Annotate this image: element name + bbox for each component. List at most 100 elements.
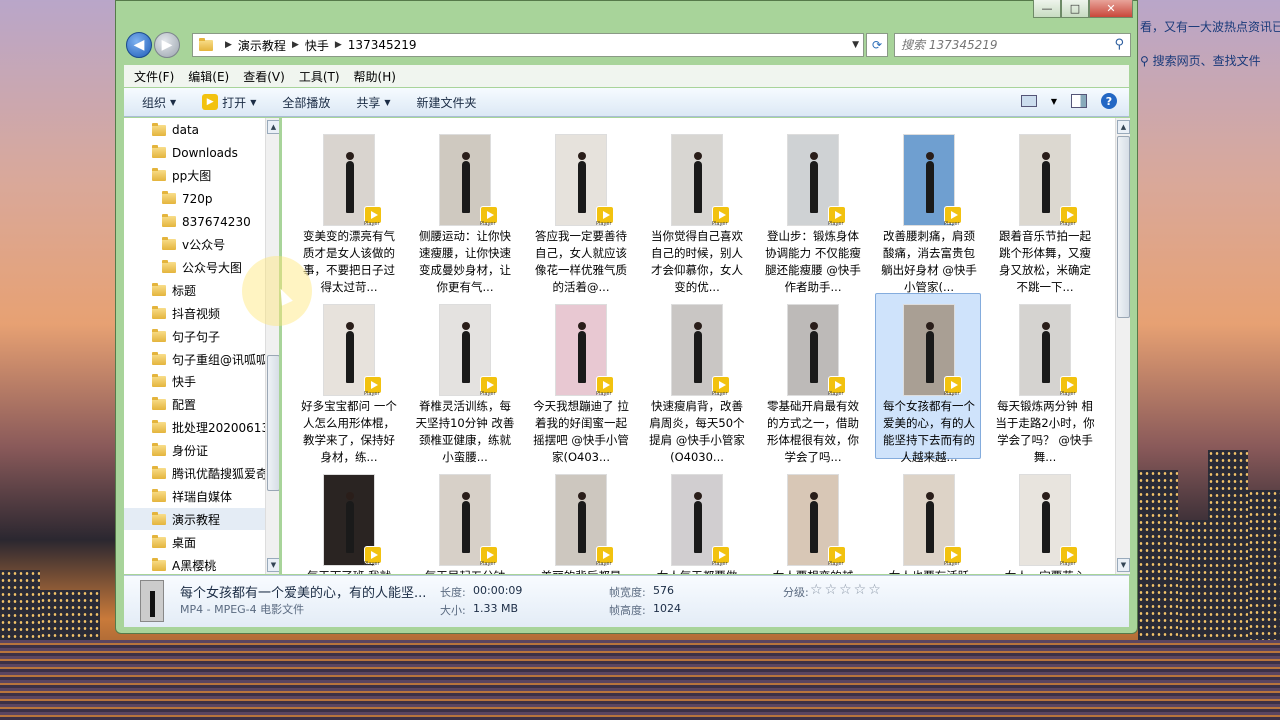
file-item[interactable]: Player 当你觉得自己喜欢自己的时候，别人才会仰慕你，女人变的优...	[643, 123, 749, 294]
file-item[interactable]: Player 跟着音乐节拍一起跳个形体舞，又瘦身又放松，米确定不跳一下...	[991, 123, 1097, 294]
file-item[interactable]: Player 好多宝宝都问 一个人怎么用形体棍，教学来了，保持好身材，练...	[295, 293, 401, 464]
player-label: Player	[944, 561, 960, 567]
breadcrumb-segment[interactable]: 137345219	[348, 38, 417, 52]
file-name: 当你觉得自己喜欢自己的时候，别人才会仰慕你，女人变的优...	[651, 229, 743, 294]
back-button[interactable]: ◀	[126, 32, 152, 58]
breadcrumb-segment[interactable]: 快手	[305, 37, 329, 54]
file-item[interactable]: Player美丽的背后都是	[527, 463, 633, 574]
scroll-thumb[interactable]	[267, 355, 279, 491]
file-item[interactable]: Player 今天我想蹦迪了 拉着我的好闺蜜一起摇摆吧 @快手小管家(O403..…	[527, 293, 633, 464]
tree-item[interactable]: v公众号	[124, 234, 266, 256]
chevron-down-icon[interactable]: ▼	[1051, 97, 1057, 106]
scroll-down-button[interactable]: ▼	[1117, 558, 1130, 572]
detail-file-name: 每个女孩都有一个爱美的心，有的人能坚...	[180, 586, 427, 601]
folder-icon	[152, 511, 166, 525]
file-item[interactable]: Player 零基础开肩最有效的方式之一，借助形体棍很有效，你学会了吗...	[759, 293, 865, 464]
player-label: Player	[596, 391, 612, 397]
search-input[interactable]	[901, 38, 1101, 52]
player-label: Player	[480, 561, 496, 567]
content-scrollbar[interactable]: ▲ ▼	[1115, 118, 1130, 574]
file-item[interactable]: Player 脊椎灵活训练，每天坚持10分钟 改善颈椎亚健康，练就小蛮腰...	[411, 293, 517, 464]
file-item[interactable]: Player女人要想变的越	[759, 463, 865, 574]
file-item[interactable]: Player 改善腰刺痛，肩颈酸痛，消去富贵包 躺出好身材 @快手小管家(...	[875, 123, 981, 294]
organize-button[interactable]: 组织 ▼	[142, 94, 176, 111]
tree-item-label: v公众号	[182, 238, 226, 252]
new-folder-button[interactable]: 新建文件夹	[417, 94, 477, 111]
tree-item[interactable]: Downloads	[124, 142, 266, 164]
tree-item[interactable]: data	[124, 119, 266, 141]
nav-scrollbar[interactable]: ▲ ▼	[265, 118, 279, 574]
play-all-button[interactable]: 全部播放	[282, 94, 330, 111]
breadcrumb-segment[interactable]: 演示教程	[238, 37, 286, 54]
file-item[interactable]: Player 侧腰运动：让你快速瘦腰，让你快速变成曼妙身材，让你更有气...	[411, 123, 517, 294]
folder-icon	[152, 534, 166, 548]
forward-button[interactable]: ▶	[154, 32, 180, 58]
tree-item[interactable]: 演示教程	[124, 508, 266, 531]
tree-item[interactable]: 句子句子	[124, 325, 266, 347]
folder-icon	[152, 351, 166, 365]
file-item[interactable]: Player 登山步：锻炼身体协调能力 不仅能瘦腿还能瘦腰 @快手作者助手...	[759, 123, 865, 294]
tree-item[interactable]: 720p	[124, 188, 266, 210]
rating-stars[interactable]: ☆☆☆☆☆	[810, 582, 883, 598]
menu-help[interactable]: 帮助(H)	[354, 68, 396, 85]
change-view-icon[interactable]	[1020, 95, 1037, 107]
chevron-right-icon[interactable]: ▶	[292, 40, 299, 50]
tree-item[interactable]: 桌面	[124, 531, 266, 553]
tree-item[interactable]: 身份证	[124, 440, 266, 462]
tree-item[interactable]: 配置	[124, 394, 266, 416]
help-icon[interactable]: ?	[1101, 93, 1117, 109]
file-name: 跟着音乐节拍一起跳个形体舞，又瘦身又放松，米确定不跳一下...	[999, 229, 1091, 294]
command-bar: 组织 ▼ ▶ 打开 ▼ 全部播放 共享 ▼ 新建文件夹 ▼ ?	[124, 88, 1129, 117]
file-name: 快速瘦肩背，改善肩周炎，每天50个提肩 @快手小管家(O4030...	[649, 399, 745, 464]
refresh-button[interactable]: ⟳	[866, 33, 888, 57]
chevron-right-icon[interactable]: ▶	[225, 40, 232, 50]
tree-item[interactable]: 腾讯优酷搜狐爱奇	[124, 463, 266, 485]
file-item[interactable]: Player女人每天都要做	[643, 463, 749, 574]
close-button[interactable]: ✕	[1089, 0, 1133, 18]
scroll-down-button[interactable]: ▼	[267, 558, 279, 572]
file-item[interactable]: Player 变美变的漂亮有气质才是女人该做的事，不要把日子过得太过苛...	[295, 123, 401, 294]
menu-edit[interactable]: 编辑(E)	[188, 68, 229, 85]
search-icon[interactable]: ⚲	[1114, 37, 1124, 52]
search-box: ⚲	[894, 33, 1131, 57]
scroll-thumb[interactable]	[1117, 136, 1130, 318]
file-item[interactable]: Player 答应我一定要善待自己，女人就应该像花一样优雅气质的活着@...	[527, 123, 633, 294]
preview-pane-icon[interactable]	[1071, 94, 1087, 108]
file-item[interactable]: Player女人一定要花心	[991, 463, 1097, 574]
file-name: 每天下了班 我就	[299, 568, 399, 574]
tree-item[interactable]: 祥瑞自媒体	[124, 485, 266, 507]
desktop-search-link[interactable]: ⚲ 搜索网页、查找文件	[1140, 52, 1261, 69]
tree-item[interactable]: 837674230	[124, 211, 266, 233]
file-item[interactable]: Player每天下了班 我就	[295, 463, 401, 574]
maximize-button[interactable]: □	[1061, 0, 1089, 18]
file-name: 女人也要有活跃	[879, 568, 979, 574]
player-label: Player	[712, 221, 728, 227]
file-item[interactable]: Player 每天锻炼两分钟 相当于走路2小时，你学会了吗？ @快手舞...	[991, 293, 1097, 464]
scroll-up-button[interactable]: ▲	[1117, 120, 1130, 134]
chevron-down-icon[interactable]: ▼	[852, 40, 859, 50]
file-item[interactable]: Player 每个女孩都有一个爱美的心，有的人能坚持下去而有的人越来越...	[875, 293, 981, 464]
file-name: 答应我一定要善待自己，女人就应该像花一样优雅气质的活着@...	[535, 229, 627, 294]
open-button[interactable]: ▶ 打开 ▼	[202, 94, 256, 111]
file-name: 美丽的背后都是	[531, 568, 631, 574]
file-item[interactable]: Player 快速瘦肩背，改善肩周炎，每天50个提肩 @快手小管家(O4030..…	[643, 293, 749, 464]
player-label: Player	[596, 561, 612, 567]
chevron-right-icon[interactable]: ▶	[335, 40, 342, 50]
tree-item-label: 批处理20200613	[172, 421, 266, 436]
menu-file[interactable]: 文件(F)	[134, 68, 174, 85]
menu-tools[interactable]: 工具(T)	[299, 68, 340, 85]
desktop-news-text[interactable]: 看，又有一大波热点资讯已	[1140, 18, 1280, 35]
share-button[interactable]: 共享 ▼	[356, 94, 390, 111]
frame-height-label: 帧高度:	[609, 604, 646, 617]
tree-item[interactable]: 句子重组@讯呱呱	[124, 348, 266, 370]
menu-view[interactable]: 查看(V)	[243, 68, 285, 85]
scroll-up-button[interactable]: ▲	[267, 120, 279, 134]
file-item[interactable]: Player女人也要有活跃	[875, 463, 981, 574]
address-bar[interactable]: ▶ 演示教程 ▶ 快手 ▶ 137345219 ▼	[192, 33, 864, 57]
tree-item[interactable]: pp大图	[124, 165, 266, 187]
tree-item[interactable]: A黑樱桃	[124, 554, 266, 574]
tree-item[interactable]: 快手	[124, 371, 266, 393]
file-item[interactable]: Player每天早起五分钟	[411, 463, 517, 574]
minimize-button[interactable]: —	[1033, 0, 1061, 18]
tree-item[interactable]: 批处理20200613	[124, 417, 266, 439]
